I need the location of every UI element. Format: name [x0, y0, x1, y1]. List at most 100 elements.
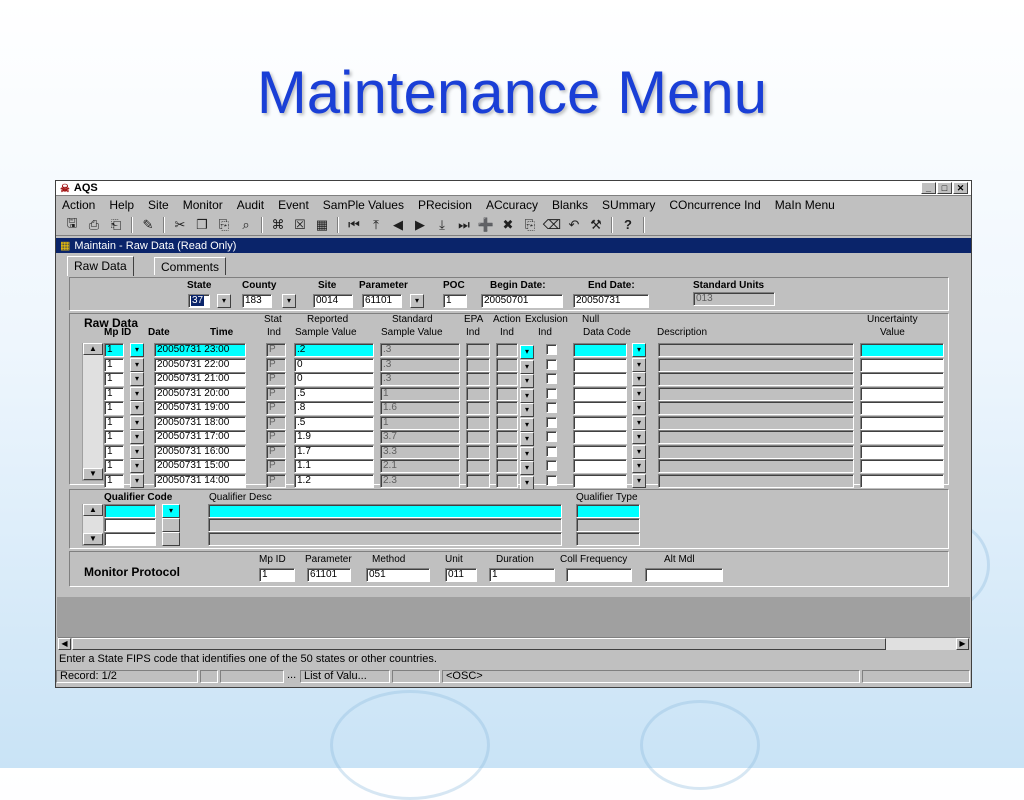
exit-icon[interactable]: ⎗ — [106, 216, 126, 234]
menu-item-main-menu[interactable]: MaIn Menu — [775, 198, 835, 212]
datetime-cell[interactable]: 20050731 20:00 — [154, 386, 246, 401]
datetime-cell[interactable]: 20050731 21:00 — [154, 372, 246, 386]
tools-icon[interactable]: ⚒ — [586, 216, 606, 234]
previous-block-icon[interactable]: ⤒ — [366, 216, 386, 234]
reported-value-cell[interactable]: 1.2 — [294, 473, 374, 488]
mp-id-dropdown[interactable]: ▾ — [130, 430, 144, 444]
mp-id-dropdown[interactable]: ▾ — [130, 459, 144, 473]
mp-id-cell[interactable]: 1 — [104, 386, 124, 401]
exclusion-checkbox[interactable] — [546, 474, 557, 486]
action-dropdown[interactable]: ▾ — [520, 461, 534, 475]
action-dropdown[interactable]: ▾ — [520, 417, 534, 432]
uncertainty-value-cell[interactable] — [860, 372, 944, 386]
null-data-code-dropdown[interactable]: ▾ — [632, 357, 646, 372]
insert-record-icon[interactable]: ➕ — [476, 216, 496, 234]
mp-id-dropdown[interactable]: ▾ — [130, 386, 144, 401]
exclusion-checkbox[interactable] — [546, 445, 557, 457]
null-data-code-cell[interactable] — [573, 459, 627, 473]
null-data-code-dropdown[interactable]: ▾ — [632, 386, 646, 401]
paste-icon[interactable]: ⎘ — [214, 216, 234, 234]
previous-record-icon[interactable]: ◀ — [388, 216, 408, 234]
menu-item-monitor[interactable]: Monitor — [183, 198, 223, 212]
null-data-code-cell[interactable] — [573, 401, 627, 415]
null-data-code-cell[interactable] — [573, 415, 627, 430]
list-icon[interactable]: ▦ — [312, 216, 332, 234]
uncertainty-value-cell[interactable] — [860, 473, 944, 488]
qualifier-code-field[interactable] — [104, 518, 156, 532]
mp-id-dropdown[interactable]: ▾ — [130, 372, 144, 386]
uncertainty-value-cell[interactable] — [860, 343, 944, 357]
action-dropdown[interactable]: ▾ — [520, 475, 534, 490]
null-data-code-cell[interactable] — [573, 372, 627, 386]
mp-duration-field[interactable]: 1 — [489, 568, 555, 582]
reported-value-cell[interactable]: .8 — [294, 401, 374, 415]
tab-comments[interactable]: Comments — [154, 257, 227, 275]
uncertainty-value-cell[interactable] — [860, 415, 944, 430]
qualifier-code-field[interactable] — [104, 504, 156, 518]
null-data-code-dropdown[interactable]: ▾ — [632, 401, 646, 415]
action-dropdown[interactable]: ▾ — [520, 374, 534, 388]
county-field[interactable]: 183 — [242, 294, 272, 308]
qualifier-scroll-up[interactable]: ▲ — [83, 504, 103, 516]
exclusion-checkbox[interactable] — [546, 402, 557, 413]
uncertainty-value-cell[interactable] — [860, 430, 944, 444]
exclusion-checkbox[interactable] — [546, 373, 557, 384]
mp-id-cell[interactable]: 1 — [104, 473, 124, 488]
scroll-track[interactable] — [886, 638, 956, 650]
mp-id-cell[interactable]: 1 — [104, 401, 124, 415]
menu-item-site[interactable]: Site — [148, 198, 169, 212]
duplicate-icon[interactable]: ⎘ — [520, 216, 540, 234]
null-data-code-cell[interactable] — [573, 357, 627, 372]
mp-id-cell[interactable]: 1 — [104, 415, 124, 430]
mp-alt-mdl-field[interactable] — [645, 568, 723, 582]
begin-date-field[interactable]: 20050701 — [481, 294, 563, 308]
cancel-query-icon[interactable]: ☒ — [290, 216, 310, 234]
null-data-code-cell[interactable] — [573, 386, 627, 401]
uncertainty-value-cell[interactable] — [860, 401, 944, 415]
reported-value-cell[interactable]: 1.7 — [294, 444, 374, 459]
menu-item-blanks[interactable]: Blanks — [552, 198, 588, 212]
qualifier-scroll-down[interactable]: ▼ — [83, 533, 103, 545]
raw-data-scrollbar[interactable] — [82, 343, 104, 481]
null-data-code-cell[interactable] — [573, 473, 627, 488]
menu-item-concurrence-ind[interactable]: COncurrence Ind — [669, 198, 760, 212]
menu-item-summary[interactable]: SUmmary — [602, 198, 655, 212]
null-data-code-dropdown[interactable]: ▾ — [632, 473, 646, 488]
cut-icon[interactable]: ✂ — [170, 216, 190, 234]
reported-value-cell[interactable]: 1.1 — [294, 459, 374, 473]
reported-value-cell[interactable]: .5 — [294, 415, 374, 430]
next-record-icon[interactable]: ▶ — [410, 216, 430, 234]
mp-id-cell[interactable]: 1 — [104, 372, 124, 386]
datetime-cell[interactable]: 20050731 23:00 — [154, 343, 246, 357]
parameter-dropdown[interactable]: ▾ — [410, 294, 424, 308]
copy-icon[interactable]: ❐ — [192, 216, 212, 234]
null-data-code-cell[interactable] — [573, 343, 627, 357]
exclusion-checkbox[interactable] — [546, 358, 557, 370]
mp-id-cell[interactable]: 1 — [104, 357, 124, 372]
mp-id-cell[interactable]: 1 — [104, 343, 124, 357]
horizontal-scrollbar[interactable]: ◀ ▶ — [58, 637, 970, 650]
menu-item-event[interactable]: Event — [278, 198, 309, 212]
null-data-code-dropdown[interactable]: ▾ — [632, 444, 646, 459]
reported-value-cell[interactable]: .5 — [294, 386, 374, 401]
edit-icon[interactable]: ✎ — [138, 216, 158, 234]
uncertainty-value-cell[interactable] — [860, 459, 944, 473]
mp-id-dropdown[interactable]: ▾ — [130, 415, 144, 430]
scroll-up-button[interactable]: ▲ — [83, 343, 103, 355]
datetime-cell[interactable]: 20050731 15:00 — [154, 459, 246, 473]
datetime-cell[interactable]: 20050731 19:00 — [154, 401, 246, 415]
uncertainty-value-cell[interactable] — [860, 357, 944, 372]
execute-query-icon[interactable]: ⌘ — [268, 216, 288, 234]
scroll-down-button[interactable]: ▼ — [83, 468, 103, 480]
mp-id-field[interactable]: 1 — [259, 568, 295, 582]
mp-id-dropdown[interactable]: ▾ — [130, 343, 144, 357]
child-window-titlebar[interactable]: ▦ Maintain - Raw Data (Read Only) — [56, 238, 971, 253]
reported-value-cell[interactable]: 0 — [294, 372, 374, 386]
tab-raw-data[interactable]: Raw Data — [67, 256, 134, 276]
menu-item-help[interactable]: Help — [109, 198, 134, 212]
null-data-code-dropdown[interactable]: ▾ — [632, 372, 646, 386]
menu-item-sample-values[interactable]: SamPle Values — [323, 198, 404, 212]
exclusion-checkbox[interactable] — [546, 416, 557, 428]
datetime-cell[interactable]: 20050731 14:00 — [154, 473, 246, 488]
exclusion-checkbox[interactable] — [546, 460, 557, 471]
